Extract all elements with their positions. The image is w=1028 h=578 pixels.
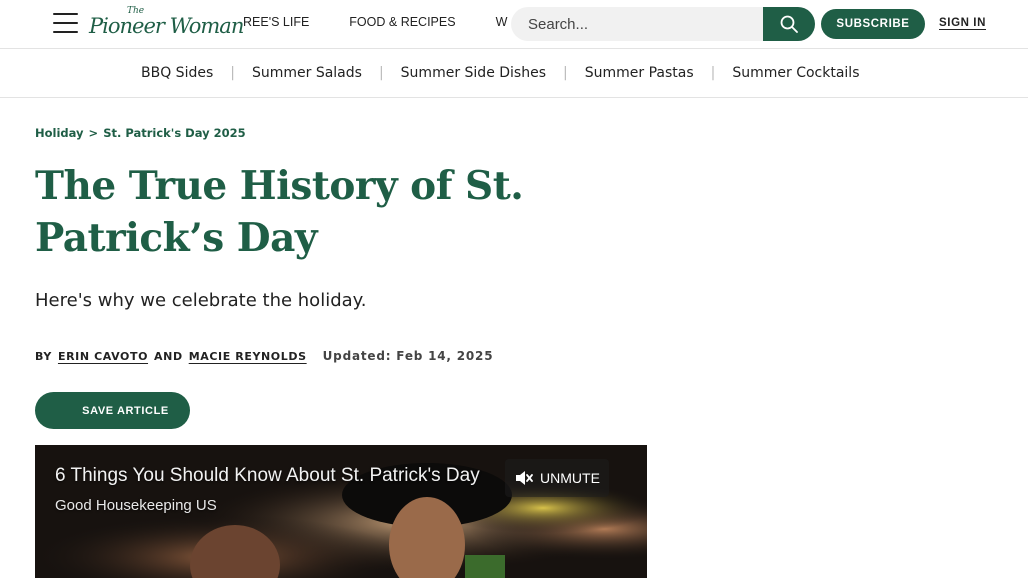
sign-in-link[interactable]: SIGN IN [939, 17, 986, 29]
site-logo[interactable]: The Pioneer Woman [89, 6, 244, 40]
subnav-item-summer-salads[interactable]: Summer Salads [252, 65, 362, 81]
byline: BY ERIN CAVOTO AND MACIE REYNOLDS Update… [35, 349, 493, 363]
video-title: 6 Things You Should Know About St. Patri… [55, 465, 480, 486]
subnav-item-bbq-sides[interactable]: BBQ Sides [141, 65, 213, 81]
menu-icon[interactable] [53, 12, 78, 34]
nav-item-rees-life[interactable]: REE'S LIFE [243, 15, 309, 29]
menu-line [53, 22, 78, 24]
byline-by-label: BY [35, 350, 52, 363]
unmute-button[interactable]: UNMUTE [505, 459, 609, 497]
breadcrumb-separator: > [88, 126, 99, 140]
breadcrumb: Holiday > St. Patrick's Day 2025 [35, 126, 246, 140]
save-article-label: SAVE ARTICLE [82, 404, 169, 417]
video-source: Good Housekeeping US [55, 497, 217, 514]
video-player[interactable]: 6 Things You Should Know About St. Patri… [35, 445, 647, 578]
search-box [511, 7, 815, 41]
breadcrumb-st-patricks-day[interactable]: St. Patrick's Day 2025 [103, 126, 245, 140]
menu-line [53, 13, 78, 15]
logo-name-text: Pioneer Woman [89, 14, 244, 38]
search-button[interactable] [763, 7, 815, 41]
nav-item-truncated[interactable]: W [496, 15, 508, 29]
search-icon [780, 15, 798, 33]
updated-date: Updated: Feb 14, 2025 [322, 349, 494, 363]
unmute-label: UNMUTE [540, 470, 600, 486]
save-article-button[interactable]: SAVE ARTICLE [35, 392, 190, 429]
subscribe-button[interactable]: SUBSCRIBE [821, 9, 925, 39]
menu-line [53, 31, 78, 33]
speaker-muted-icon [516, 471, 533, 485]
byline-and-label: AND [154, 350, 183, 363]
page-title: The True History of St. Patrick’s Day [35, 163, 524, 261]
breadcrumb-holiday[interactable]: Holiday [35, 126, 84, 140]
author-link-macie-reynolds[interactable]: MACIE REYNOLDS [189, 350, 307, 363]
subnav-item-summer-cocktails[interactable]: Summer Cocktails [732, 65, 859, 81]
author-link-erin-cavoto[interactable]: ERIN CAVOTO [58, 350, 148, 363]
article-dek: Here's why we celebrate the holiday. [35, 290, 367, 311]
subnav-separator: | [378, 65, 384, 81]
secondary-nav: BBQ Sides | Summer Salads | Summer Side … [0, 49, 1028, 98]
subnav-item-summer-side-dishes[interactable]: Summer Side Dishes [401, 65, 546, 81]
site-header: The Pioneer Woman REE'S LIFE FOOD & RECI… [0, 0, 1028, 49]
subnav-separator: | [710, 65, 716, 81]
search-input[interactable] [511, 7, 763, 41]
subnav-separator: | [563, 65, 568, 81]
primary-nav: REE'S LIFE FOOD & RECIPES W [243, 15, 547, 29]
subnav-item-summer-pastas[interactable]: Summer Pastas [585, 65, 694, 81]
subnav-separator: | [230, 65, 235, 81]
nav-item-food-recipes[interactable]: FOOD & RECIPES [349, 15, 455, 29]
